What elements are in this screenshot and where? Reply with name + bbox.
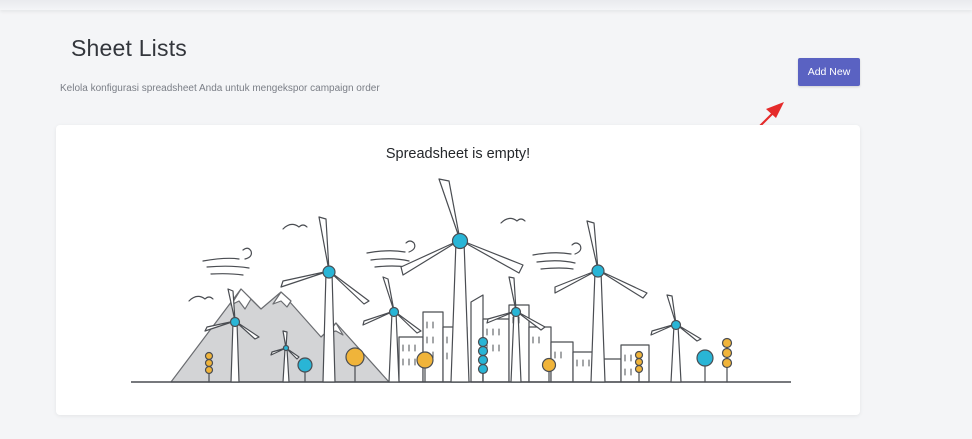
page-title: Sheet Lists — [71, 35, 187, 61]
add-new-button[interactable]: Add New — [798, 58, 860, 86]
page-subtitle: Kelola konfigurasi spreadsheet Anda untu… — [60, 83, 380, 94]
top-bar — [0, 0, 972, 10]
empty-state-card: Spreadsheet is empty! — [56, 125, 860, 415]
wind-turbines-illustration — [131, 178, 791, 383]
empty-state-message: Spreadsheet is empty! — [385, 146, 531, 162]
